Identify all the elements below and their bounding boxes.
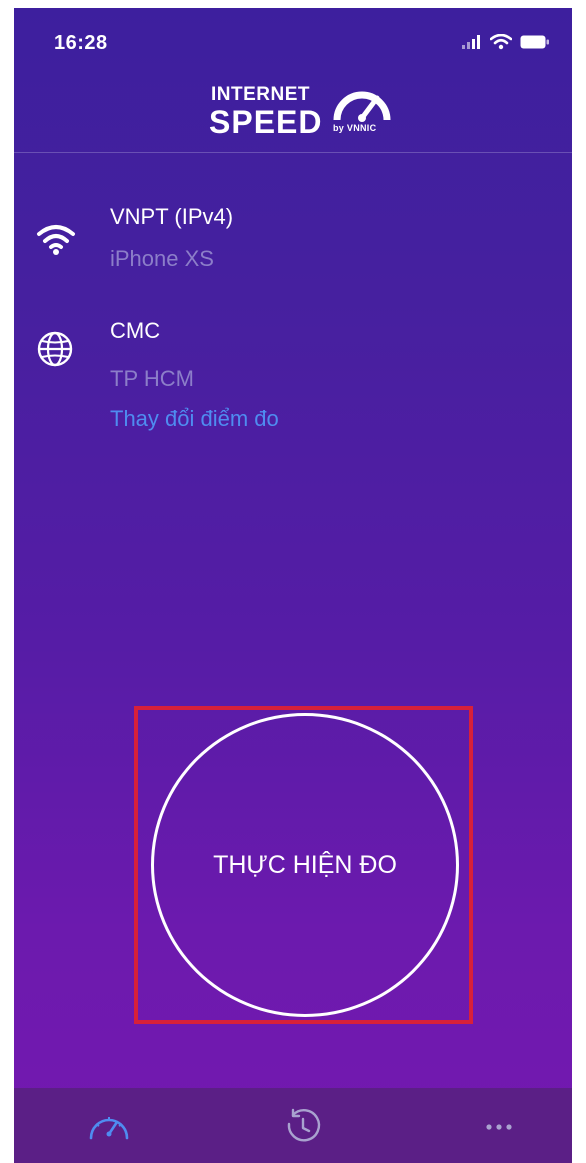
app-screen: 16:28 INTERNET SPEED by VNNIC VNPT (IPv4… (14, 8, 572, 1163)
start-test-button[interactable]: THỰC HIỆN ĐO (151, 713, 459, 1017)
tab-bar (14, 1088, 572, 1163)
server-name: CMC (110, 318, 161, 343)
network-provider: VNPT (IPv4) (110, 204, 234, 229)
status-time: 16:28 (54, 32, 108, 54)
tab-more[interactable] (474, 1106, 524, 1148)
tab-history[interactable] (278, 1106, 328, 1148)
server-info: CMC TP HCM Thay đổi điểm đo (14, 314, 572, 444)
status-bar: 16:28 (14, 8, 572, 78)
logo-text-internet: INTERNET (211, 84, 310, 105)
battery-icon (520, 35, 549, 49)
app-header: INTERNET SPEED by VNNIC (14, 70, 572, 153)
speedometer-icon (89, 1117, 129, 1140)
start-test-label: THỰC HIỆN ĐO (213, 850, 397, 879)
tab-speed-test[interactable] (84, 1106, 134, 1148)
logo-text-speed: SPEED (209, 104, 323, 140)
cellular-signal-icon (462, 35, 480, 49)
logo-text-by-vnnic: by VNNIC (333, 123, 377, 133)
status-icons (462, 34, 550, 50)
network-device: iPhone XS (110, 246, 214, 271)
app-logo: INTERNET SPEED by VNNIC (209, 78, 409, 140)
globe-icon (37, 331, 73, 367)
change-server-link[interactable]: Thay đổi điểm đo (110, 406, 279, 432)
network-info: VNPT (IPv4) iPhone XS (14, 200, 572, 290)
history-icon (287, 1108, 321, 1142)
server-location: TP HCM (110, 366, 194, 391)
speedometer-icon (333, 91, 391, 122)
wifi-status-icon (490, 34, 512, 50)
more-icon (486, 1124, 512, 1130)
wifi-icon (37, 225, 75, 255)
